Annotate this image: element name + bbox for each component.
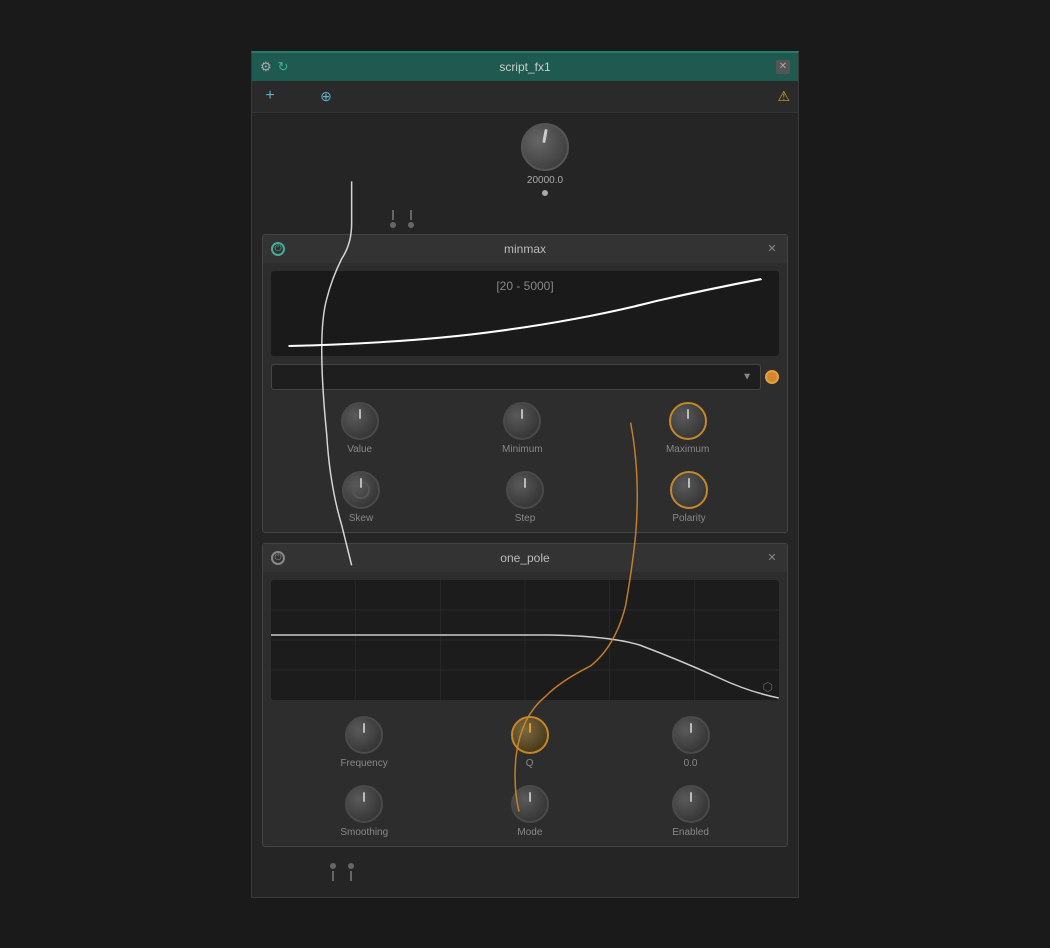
minimum-knob[interactable] <box>503 402 541 440</box>
minimum-knob-label: Minimum <box>502 444 543 455</box>
value-knob-label: Value <box>347 444 372 455</box>
connector-pin-bottom-1 <box>330 863 336 881</box>
io-connectors-top <box>362 204 442 234</box>
connector-pin-bottom-2 <box>348 863 354 881</box>
toolbar: + ⊕ ⚠ <box>252 81 798 113</box>
step-knob-label: Step <box>515 513 536 524</box>
minmax-panel: ⏻ minmax ✕ [20 - 5000] ▼ <box>262 234 788 533</box>
refresh-icon[interactable]: ↻ <box>278 59 289 75</box>
main-knob-dot <box>542 190 548 196</box>
one-pole-title: one_pole <box>293 551 757 565</box>
knob-item-value: Value <box>341 402 379 455</box>
knob-item-value2: 0.0 <box>672 716 710 769</box>
knob-item-q: Q <box>511 716 549 769</box>
smoothing-knob[interactable] <box>345 785 383 823</box>
maximum-knob-label: Maximum <box>666 444 709 455</box>
value2-knob-label: 0.0 <box>684 758 698 769</box>
mode-knob[interactable] <box>511 785 549 823</box>
q-knob-label: Q <box>526 758 534 769</box>
minmax-output-dot[interactable] <box>765 370 779 384</box>
export-icon[interactable]: ⬡ <box>763 680 773 694</box>
main-window: ⚙ ↻ script_fx1 ✕ + ⊕ ⚠ 20000.0 <box>251 51 799 898</box>
knob-item-mode: Mode <box>511 785 549 838</box>
title-bar: ⚙ ↻ script_fx1 ✕ <box>252 53 798 81</box>
q-knob[interactable] <box>511 716 549 754</box>
minmax-power-button[interactable]: ⏻ <box>271 242 285 256</box>
polarity-knob-label: Polarity <box>672 513 705 524</box>
step-knob[interactable] <box>506 471 544 509</box>
knob-item-frequency: Frequency <box>340 716 387 769</box>
smoothing-knob-label: Smoothing <box>340 827 388 838</box>
main-knob-value: 20000.0 <box>527 175 563 186</box>
minmax-knobs-row1: Value Minimum Maximum <box>263 394 787 463</box>
minmax-title: minmax <box>293 242 757 256</box>
skew-knob[interactable] <box>342 471 380 509</box>
one-pole-knobs-row1: Frequency Q 0.0 <box>263 708 787 777</box>
value-knob[interactable] <box>341 402 379 440</box>
minmax-close-button[interactable]: ✕ <box>765 242 779 256</box>
minmax-knobs-row2: Skew Step Polarity <box>263 463 787 532</box>
title-bar-icons: ⚙ ↻ <box>260 59 289 75</box>
minmax-panel-header: ⏻ minmax ✕ <box>263 235 787 263</box>
settings-icon[interactable]: ⚙ <box>260 59 272 75</box>
knob-item-skew: Skew <box>342 471 380 524</box>
crosshair-button[interactable]: ⊕ <box>316 86 336 106</box>
window-title: script_fx1 <box>499 60 550 74</box>
knob-item-step: Step <box>506 471 544 524</box>
knob-item-polarity: Polarity <box>670 471 708 524</box>
dropdown-arrow-icon: ▼ <box>742 371 752 382</box>
add-button[interactable]: + <box>260 86 280 106</box>
one-pole-knobs-row2: Smoothing Mode Enabled <box>263 777 787 846</box>
one-pole-panel-header: ⏻ one_pole ✕ <box>263 544 787 572</box>
io-connectors-bottom <box>302 857 382 887</box>
knob-item-maximum: Maximum <box>666 402 709 455</box>
mode-knob-label: Mode <box>517 827 542 838</box>
maximum-knob[interactable] <box>669 402 707 440</box>
frequency-knob-label: Frequency <box>340 758 387 769</box>
skew-knob-label: Skew <box>349 513 373 524</box>
connector-pin-2 <box>408 210 414 228</box>
one-pole-power-button[interactable]: ⏻ <box>271 551 285 565</box>
one-pole-panel: ⏻ one_pole ✕ ⬡ <box>262 543 788 847</box>
main-content: 20000.0 ⏻ minmax ✕ [20 - 5000] <box>252 113 798 897</box>
polarity-knob[interactable] <box>670 471 708 509</box>
one-pole-close-button[interactable]: ✕ <box>765 551 779 565</box>
frequency-knob[interactable] <box>345 716 383 754</box>
enabled-knob-label: Enabled <box>672 827 709 838</box>
knob-item-minimum: Minimum <box>502 402 543 455</box>
minmax-dropdown-row: ▼ <box>271 364 779 390</box>
minmax-chart: [20 - 5000] <box>271 271 779 356</box>
window-close-button[interactable]: ✕ <box>776 60 790 74</box>
one-pole-chart: ⬡ <box>271 580 779 700</box>
main-knob[interactable] <box>521 123 569 171</box>
knob-item-smoothing: Smoothing <box>340 785 388 838</box>
connector-pin-1 <box>390 210 396 228</box>
enabled-knob[interactable] <box>672 785 710 823</box>
value2-knob[interactable] <box>672 716 710 754</box>
knob-item-enabled: Enabled <box>672 785 710 838</box>
warning-icon: ⚠ <box>777 88 790 105</box>
